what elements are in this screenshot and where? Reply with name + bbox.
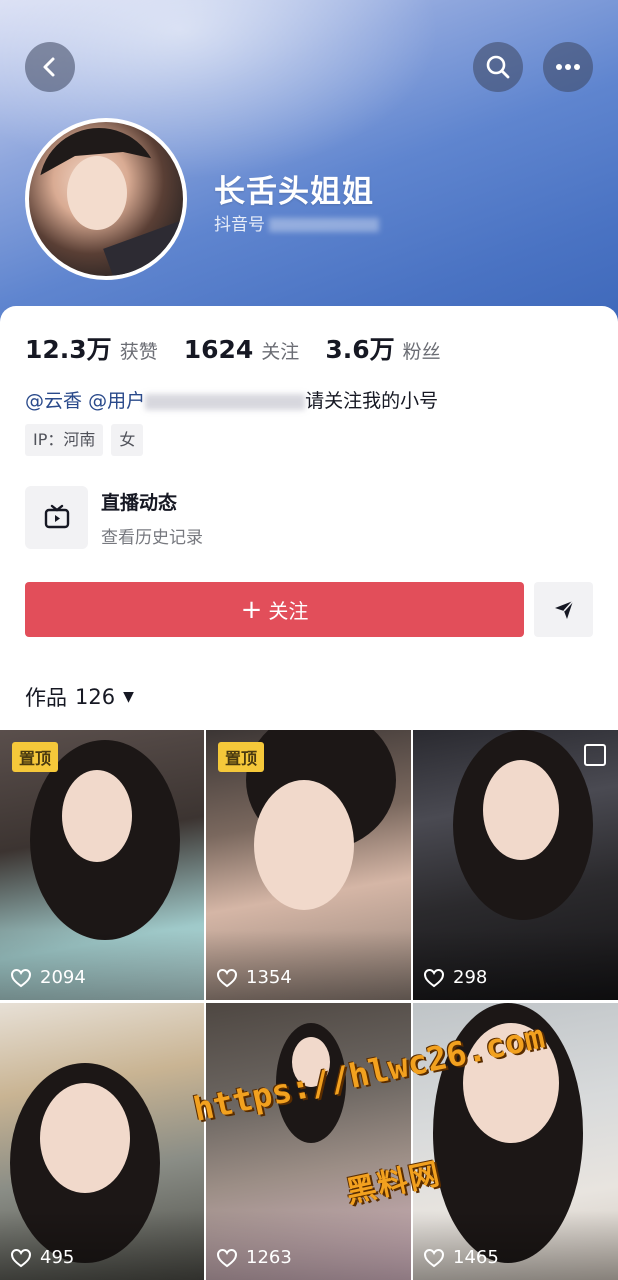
plus-icon: + [240, 594, 263, 625]
like-count-value: 2094 [40, 967, 86, 988]
like-count: 298 [423, 967, 487, 988]
like-count-value: 1465 [453, 1247, 499, 1268]
like-count: 1354 [216, 967, 292, 988]
heart-icon [216, 1248, 238, 1267]
tags-row: IP：河南 女 [25, 424, 151, 456]
bio-mention[interactable]: @云香 [25, 390, 82, 412]
ip-location-tag: IP：河南 [25, 424, 104, 456]
stat-likes-value: 12.3万 [25, 335, 112, 364]
heart-icon [10, 1248, 32, 1267]
like-count: 2094 [10, 967, 86, 988]
more-dots-icon [556, 64, 580, 70]
like-count: 495 [10, 1247, 74, 1268]
works-tab[interactable]: 作品 126 ▼ [25, 682, 134, 712]
like-count-value: 1354 [246, 967, 292, 988]
like-count: 1465 [423, 1247, 499, 1268]
live-history-entry[interactable]: 直播动态 查看历史记录 [25, 486, 203, 549]
pinned-badge: 置顶 [218, 742, 265, 772]
stat-following-label: 关注 [261, 341, 300, 363]
live-subtitle: 查看历史记录 [101, 527, 203, 548]
pinned-badge: 置顶 [12, 742, 59, 772]
heart-icon [423, 1248, 445, 1267]
like-count-value: 495 [40, 1247, 75, 1268]
send-icon [554, 599, 574, 619]
stats-row: 12.3万 获赞 1624 关注 3.6万 粉丝 [25, 330, 467, 366]
back-button[interactable] [25, 42, 75, 92]
heart-icon [10, 968, 32, 987]
video-tile[interactable]: 495 [0, 1003, 204, 1280]
like-count-value: 298 [453, 967, 488, 988]
caret-down-icon: ▼ [123, 689, 134, 705]
stat-likes-label: 获赞 [119, 341, 158, 363]
like-count-value: 1263 [246, 1247, 292, 1268]
bio-mention[interactable]: @用户 [88, 390, 145, 412]
tv-icon [44, 504, 69, 528]
works-count: 126 [75, 685, 116, 709]
douyin-id[interactable]: 抖音号 [214, 210, 379, 235]
live-icon-box [25, 486, 88, 549]
video-tile[interactable]: 298 [413, 730, 618, 1000]
avatar[interactable] [25, 118, 187, 280]
stat-likes: 12.3万 获赞 [25, 330, 158, 366]
back-arrow-icon [43, 57, 55, 77]
video-tile[interactable]: 置顶 1354 [206, 730, 411, 1000]
video-tile[interactable]: 置顶 2094 [0, 730, 204, 1000]
stat-followers-value: 3.6万 [325, 335, 395, 364]
stat-followers-label: 粉丝 [402, 341, 441, 363]
gender-tag: 女 [111, 424, 144, 456]
search-icon [486, 55, 510, 79]
live-title: 直播动态 [101, 491, 178, 514]
stat-following-value: 1624 [183, 335, 254, 364]
message-button[interactable] [534, 582, 593, 637]
profile-banner: 长舌头姐姐 抖音号 [0, 0, 618, 330]
profile-name: 长舌头姐姐 [214, 174, 374, 210]
follow-label: 关注 [268, 599, 309, 623]
follow-button[interactable]: + 关注 [25, 582, 524, 637]
heart-icon [216, 968, 238, 987]
multi-image-icon [584, 744, 606, 766]
search-button[interactable] [473, 42, 523, 92]
bio: @云香 @用户 请关注我的小号 [25, 386, 438, 413]
more-button[interactable] [543, 42, 593, 92]
video-tile[interactable]: 1263 [206, 1003, 411, 1280]
heart-icon [423, 968, 445, 987]
stat-following[interactable]: 1624 关注 [184, 335, 300, 364]
douyin-id-label: 抖音号 [214, 215, 265, 235]
stat-followers[interactable]: 3.6万 粉丝 [325, 330, 440, 366]
like-count: 1263 [216, 1247, 292, 1268]
bio-text: 请关注我的小号 [305, 390, 439, 412]
works-label: 作品 [25, 686, 67, 710]
